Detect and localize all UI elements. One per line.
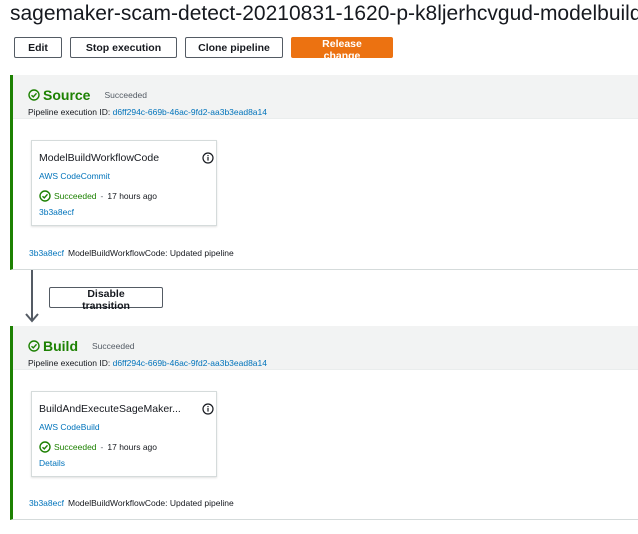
action-status-row: Succeeded - 17 hours ago [39,190,216,202]
success-check-icon [28,340,40,352]
release-change-button[interactable]: Release change [291,37,393,62]
toolbar: Edit Stop execution Clone pipeline Relea… [14,37,393,62]
info-icon[interactable] [202,403,214,415]
action-status: Succeeded [54,191,97,201]
execution-id-label: Pipeline execution ID: [28,358,111,368]
commit-id-link[interactable]: 3b3a8ecf [29,248,64,258]
action-card: BuildAndExecuteSageMaker... AWS CodeBuil… [31,391,217,477]
stage-name: Build [43,338,78,354]
details-link[interactable]: Details [39,458,216,468]
arrow-down-icon [25,270,39,323]
commit-row: 3b3a8ecf ModelBuildWorkflowCode: Updated … [29,248,234,258]
success-check-icon [39,441,51,453]
success-check-icon [28,89,40,101]
stage-header: Build Succeeded Pipeline execution ID: d… [13,326,638,370]
status-separator: - [100,191,104,201]
stage-source: Source Succeeded Pipeline execution ID: … [10,75,638,270]
info-icon[interactable] [202,152,214,164]
commit-id-link[interactable]: 3b3a8ecf [29,498,64,508]
action-card: ModelBuildWorkflowCode AWS CodeCommit Su… [31,140,217,226]
execution-id-row: Pipeline execution ID: d6ff294c-669b-46a… [28,107,638,117]
commit-link[interactable]: 3b3a8ecf [39,207,216,217]
provider-link[interactable]: AWS CodeBuild [39,422,216,432]
execution-id-link[interactable]: d6ff294c-669b-46ac-9fd2-aa3b3ead8a14 [113,358,267,368]
stage-build: Build Succeeded Pipeline execution ID: d… [10,326,638,520]
action-name: ModelBuildWorkflowCode [39,152,160,164]
provider-link[interactable]: AWS CodeCommit [39,171,216,181]
action-name: BuildAndExecuteSageMaker... [39,403,181,415]
stage-name: Source [43,87,91,103]
commit-message: ModelBuildWorkflowCode: Updated pipeline [67,248,234,258]
stage-header: Source Succeeded Pipeline execution ID: … [13,75,638,119]
stage-status: Succeeded [104,90,148,100]
commit-row: 3b3a8ecf ModelBuildWorkflowCode: Updated … [29,498,234,508]
action-status: Succeeded [54,442,97,452]
success-check-icon [39,190,51,202]
action-time-ago: 17 hours ago [107,191,158,201]
action-status-row: Succeeded - 17 hours ago [39,441,216,453]
commit-message: ModelBuildWorkflowCode: Updated pipeline [67,498,234,508]
stage-status: Succeeded [92,341,135,351]
clone-pipeline-button[interactable]: Clone pipeline [185,37,283,58]
edit-button[interactable]: Edit [14,37,62,58]
stop-execution-button[interactable]: Stop execution [70,37,177,58]
page-title: sagemaker-scam-detect-20210831-1620-p-k8… [10,2,638,25]
execution-id-link[interactable]: d6ff294c-669b-46ac-9fd2-aa3b3ead8a14 [113,107,267,117]
status-separator: - [100,442,104,452]
stage-transition: Disable transition [22,270,322,326]
stage-body: BuildAndExecuteSageMaker... AWS CodeBuil… [13,370,638,519]
execution-id-row: Pipeline execution ID: d6ff294c-669b-46a… [28,358,638,368]
disable-transition-button[interactable]: Disable transition [49,287,163,312]
execution-id-label: Pipeline execution ID: [28,107,111,117]
stage-body: ModelBuildWorkflowCode AWS CodeCommit Su… [13,119,638,269]
action-time-ago: 17 hours ago [107,442,158,452]
